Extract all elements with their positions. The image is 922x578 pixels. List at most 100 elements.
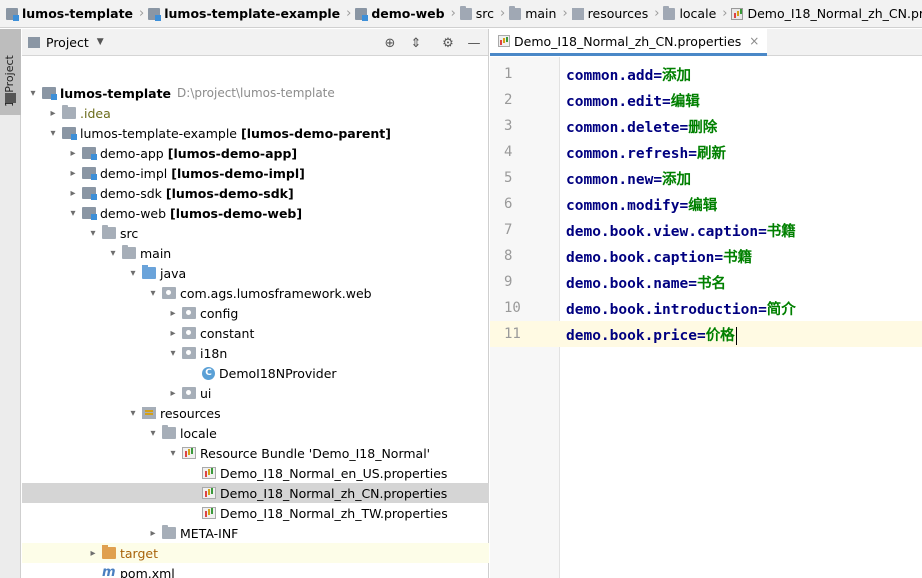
breadcrumb-item[interactable]: lumos-template-example › bbox=[148, 0, 355, 27]
gear-icon[interactable]: ⚙ bbox=[440, 35, 456, 51]
code-line[interactable]: 3 common.delete=删除 bbox=[490, 113, 922, 139]
tree-node[interactable]: ▾ java bbox=[22, 263, 489, 283]
collapse-all-icon[interactable]: ⇕ bbox=[408, 35, 424, 51]
chevron-right-icon[interactable]: ▸ bbox=[166, 388, 180, 399]
chevron-down-icon[interactable]: ▾ bbox=[166, 348, 180, 359]
editor-tab-label: Demo_I18_Normal_zh_CN.properties bbox=[514, 33, 742, 49]
chevron-down-icon[interactable]: ▾ bbox=[126, 408, 140, 419]
chevron-down-icon[interactable]: ▾ bbox=[146, 288, 160, 299]
chevron-down-icon[interactable]: ▾ bbox=[146, 428, 160, 439]
breadcrumb-item[interactable]: resources › bbox=[571, 0, 664, 27]
chevron-right-icon[interactable]: ▸ bbox=[66, 168, 80, 179]
chevron-right-icon[interactable]: ▸ bbox=[146, 528, 160, 539]
tree-node-label: constant bbox=[200, 325, 255, 341]
breadcrumb-label: src bbox=[475, 6, 495, 21]
code-line[interactable]: 10 demo.book.introduction=简介 bbox=[490, 295, 922, 321]
tree-node[interactable]: ▾ Resource Bundle 'Demo_I18_Normal' bbox=[22, 443, 489, 463]
breadcrumb-item[interactable]: src › bbox=[459, 0, 509, 27]
code-line[interactable]: 4 common.refresh=刷新 bbox=[490, 139, 922, 165]
breadcrumb-label: Demo_I18_Normal_zh_CN.properties bbox=[747, 6, 922, 21]
chevron-right-icon[interactable]: ▸ bbox=[46, 108, 60, 119]
tree-node[interactable]: ▸ .idea bbox=[22, 103, 489, 123]
tree-node[interactable]: ▸ ui bbox=[22, 383, 489, 403]
property-key: demo.book.caption bbox=[566, 249, 715, 266]
project-panel-header: Project ▼ ⊕ ⇕ ⚙ — bbox=[22, 29, 488, 56]
tree-node[interactable]: ›CDemoI18NProvider bbox=[22, 363, 489, 383]
tree-node[interactable]: ›mpom.xml bbox=[22, 563, 489, 578]
chevron-right-icon[interactable]: ▸ bbox=[66, 188, 80, 199]
breadcrumb-item[interactable]: locale › bbox=[663, 0, 731, 27]
tree-node[interactable]: ▸ demo-impl [lumos-demo-impl] bbox=[22, 163, 489, 183]
tree-node[interactable]: ▸ demo-app [lumos-demo-app] bbox=[22, 143, 489, 163]
chevron-right-icon[interactable]: ▸ bbox=[66, 148, 80, 159]
code-line[interactable]: 6 common.modify=编辑 bbox=[490, 191, 922, 217]
property-entry: common.refresh=刷新 bbox=[560, 142, 726, 163]
chevron-down-icon[interactable]: ▾ bbox=[46, 128, 60, 139]
tree-node[interactable]: ▸ target bbox=[22, 543, 489, 563]
project-view-selector[interactable]: Project bbox=[46, 35, 89, 50]
property-separator: = bbox=[662, 93, 671, 110]
tree-node[interactable]: ▾ resources bbox=[22, 403, 489, 423]
tree-node[interactable]: ▾ locale bbox=[22, 423, 489, 443]
project-view-icon bbox=[28, 36, 40, 48]
chevron-down-icon[interactable]: ▾ bbox=[26, 88, 40, 99]
project-panel: Project ▼ ⊕ ⇕ ⚙ — ▾ lumos-template D:\proj… bbox=[22, 29, 489, 578]
tree-node-label: pom.xml bbox=[120, 565, 175, 578]
property-value: 添加 bbox=[662, 67, 692, 84]
tree-node[interactable]: ›Demo_I18_Normal_zh_TW.properties bbox=[22, 503, 489, 523]
breadcrumb-item[interactable]: lumos-template › bbox=[6, 0, 148, 27]
editor-tab[interactable]: Demo_I18_Normal_zh_CN.properties × bbox=[490, 29, 768, 56]
tree-node[interactable]: ›Demo_I18_Normal_zh_CN.properties bbox=[22, 483, 489, 503]
chevron-right-icon[interactable]: ▸ bbox=[86, 548, 100, 559]
properties-file-icon bbox=[202, 507, 216, 519]
tree-node[interactable]: ▸ demo-sdk [lumos-demo-sdk] bbox=[22, 183, 489, 203]
code-line[interactable]: 11 demo.book.price=价格 bbox=[490, 321, 922, 347]
tree-node[interactable]: ▾ lumos-template D:\project\lumos-template bbox=[22, 83, 489, 103]
tree-node[interactable]: ▾ lumos-template-example [lumos-demo-paren… bbox=[22, 123, 489, 143]
tree-node[interactable]: ▾ main bbox=[22, 243, 489, 263]
folder-icon bbox=[162, 425, 176, 439]
tree-node[interactable]: ▾ com.ags.lumosframework.web bbox=[22, 283, 489, 303]
code-line[interactable]: 8 demo.book.caption=书籍 bbox=[490, 243, 922, 269]
chevron-down-icon[interactable]: ▾ bbox=[166, 448, 180, 459]
chevron-down-icon[interactable]: ▼ bbox=[97, 37, 104, 47]
line-number: 8 bbox=[504, 248, 513, 264]
chevron-right-icon[interactable]: ▸ bbox=[166, 328, 180, 339]
tree-node[interactable]: ▸ META-INF bbox=[22, 523, 489, 543]
hide-panel-icon[interactable]: — bbox=[466, 35, 482, 51]
tree-node-label: .idea bbox=[80, 105, 111, 121]
chevron-down-icon[interactable]: ▾ bbox=[86, 228, 100, 239]
tree-node[interactable]: ▸ constant bbox=[22, 323, 489, 343]
chevron-down-icon[interactable]: ▾ bbox=[66, 208, 80, 219]
tree-node[interactable]: ▾ i18n bbox=[22, 343, 489, 363]
code-line[interactable]: 2 common.edit=编辑 bbox=[490, 87, 922, 113]
tree-node[interactable]: ▸ config bbox=[22, 303, 489, 323]
breadcrumb-item[interactable]: main › bbox=[509, 0, 571, 27]
tree-node-label: com.ags.lumosframework.web bbox=[180, 285, 372, 301]
source-folder-icon bbox=[142, 265, 156, 279]
code-line[interactable]: 9 demo.book.name=书名 bbox=[490, 269, 922, 295]
tree-node-label: Demo_I18_Normal_zh_TW.properties bbox=[220, 505, 448, 521]
tree-node[interactable]: ▾ demo-web [lumos-demo-web] bbox=[22, 203, 489, 223]
breadcrumb-item[interactable]: Demo_I18_Normal_zh_CN.properties bbox=[731, 0, 922, 27]
property-separator: = bbox=[688, 275, 697, 292]
project-path: D:\project\lumos-template bbox=[177, 86, 335, 100]
code-line[interactable]: 1 common.add=添加 bbox=[490, 61, 922, 87]
property-key: demo.book.price bbox=[566, 327, 697, 344]
breadcrumb-item[interactable]: demo-web › bbox=[355, 0, 459, 27]
line-number: 2 bbox=[504, 92, 513, 108]
chevron-down-icon[interactable]: ▾ bbox=[106, 248, 120, 259]
module-icon bbox=[82, 207, 97, 220]
package-icon bbox=[162, 287, 176, 299]
project-tool-button[interactable]: 1: Project bbox=[0, 29, 21, 115]
tree-node[interactable]: ▾ src bbox=[22, 223, 489, 243]
code-line[interactable]: 5 common.new=添加 bbox=[490, 165, 922, 191]
locate-file-icon[interactable]: ⊕ bbox=[382, 35, 398, 51]
chevron-down-icon[interactable]: ▾ bbox=[126, 268, 140, 279]
close-icon[interactable]: × bbox=[749, 34, 759, 48]
code-line[interactable]: 7 demo.book.view.caption=书籍 bbox=[490, 217, 922, 243]
tree-node[interactable]: ›Demo_I18_Normal_en_US.properties bbox=[22, 463, 489, 483]
chevron-right-icon[interactable]: ▸ bbox=[166, 308, 180, 319]
folder-icon bbox=[102, 225, 116, 239]
property-value: 添加 bbox=[662, 171, 692, 188]
